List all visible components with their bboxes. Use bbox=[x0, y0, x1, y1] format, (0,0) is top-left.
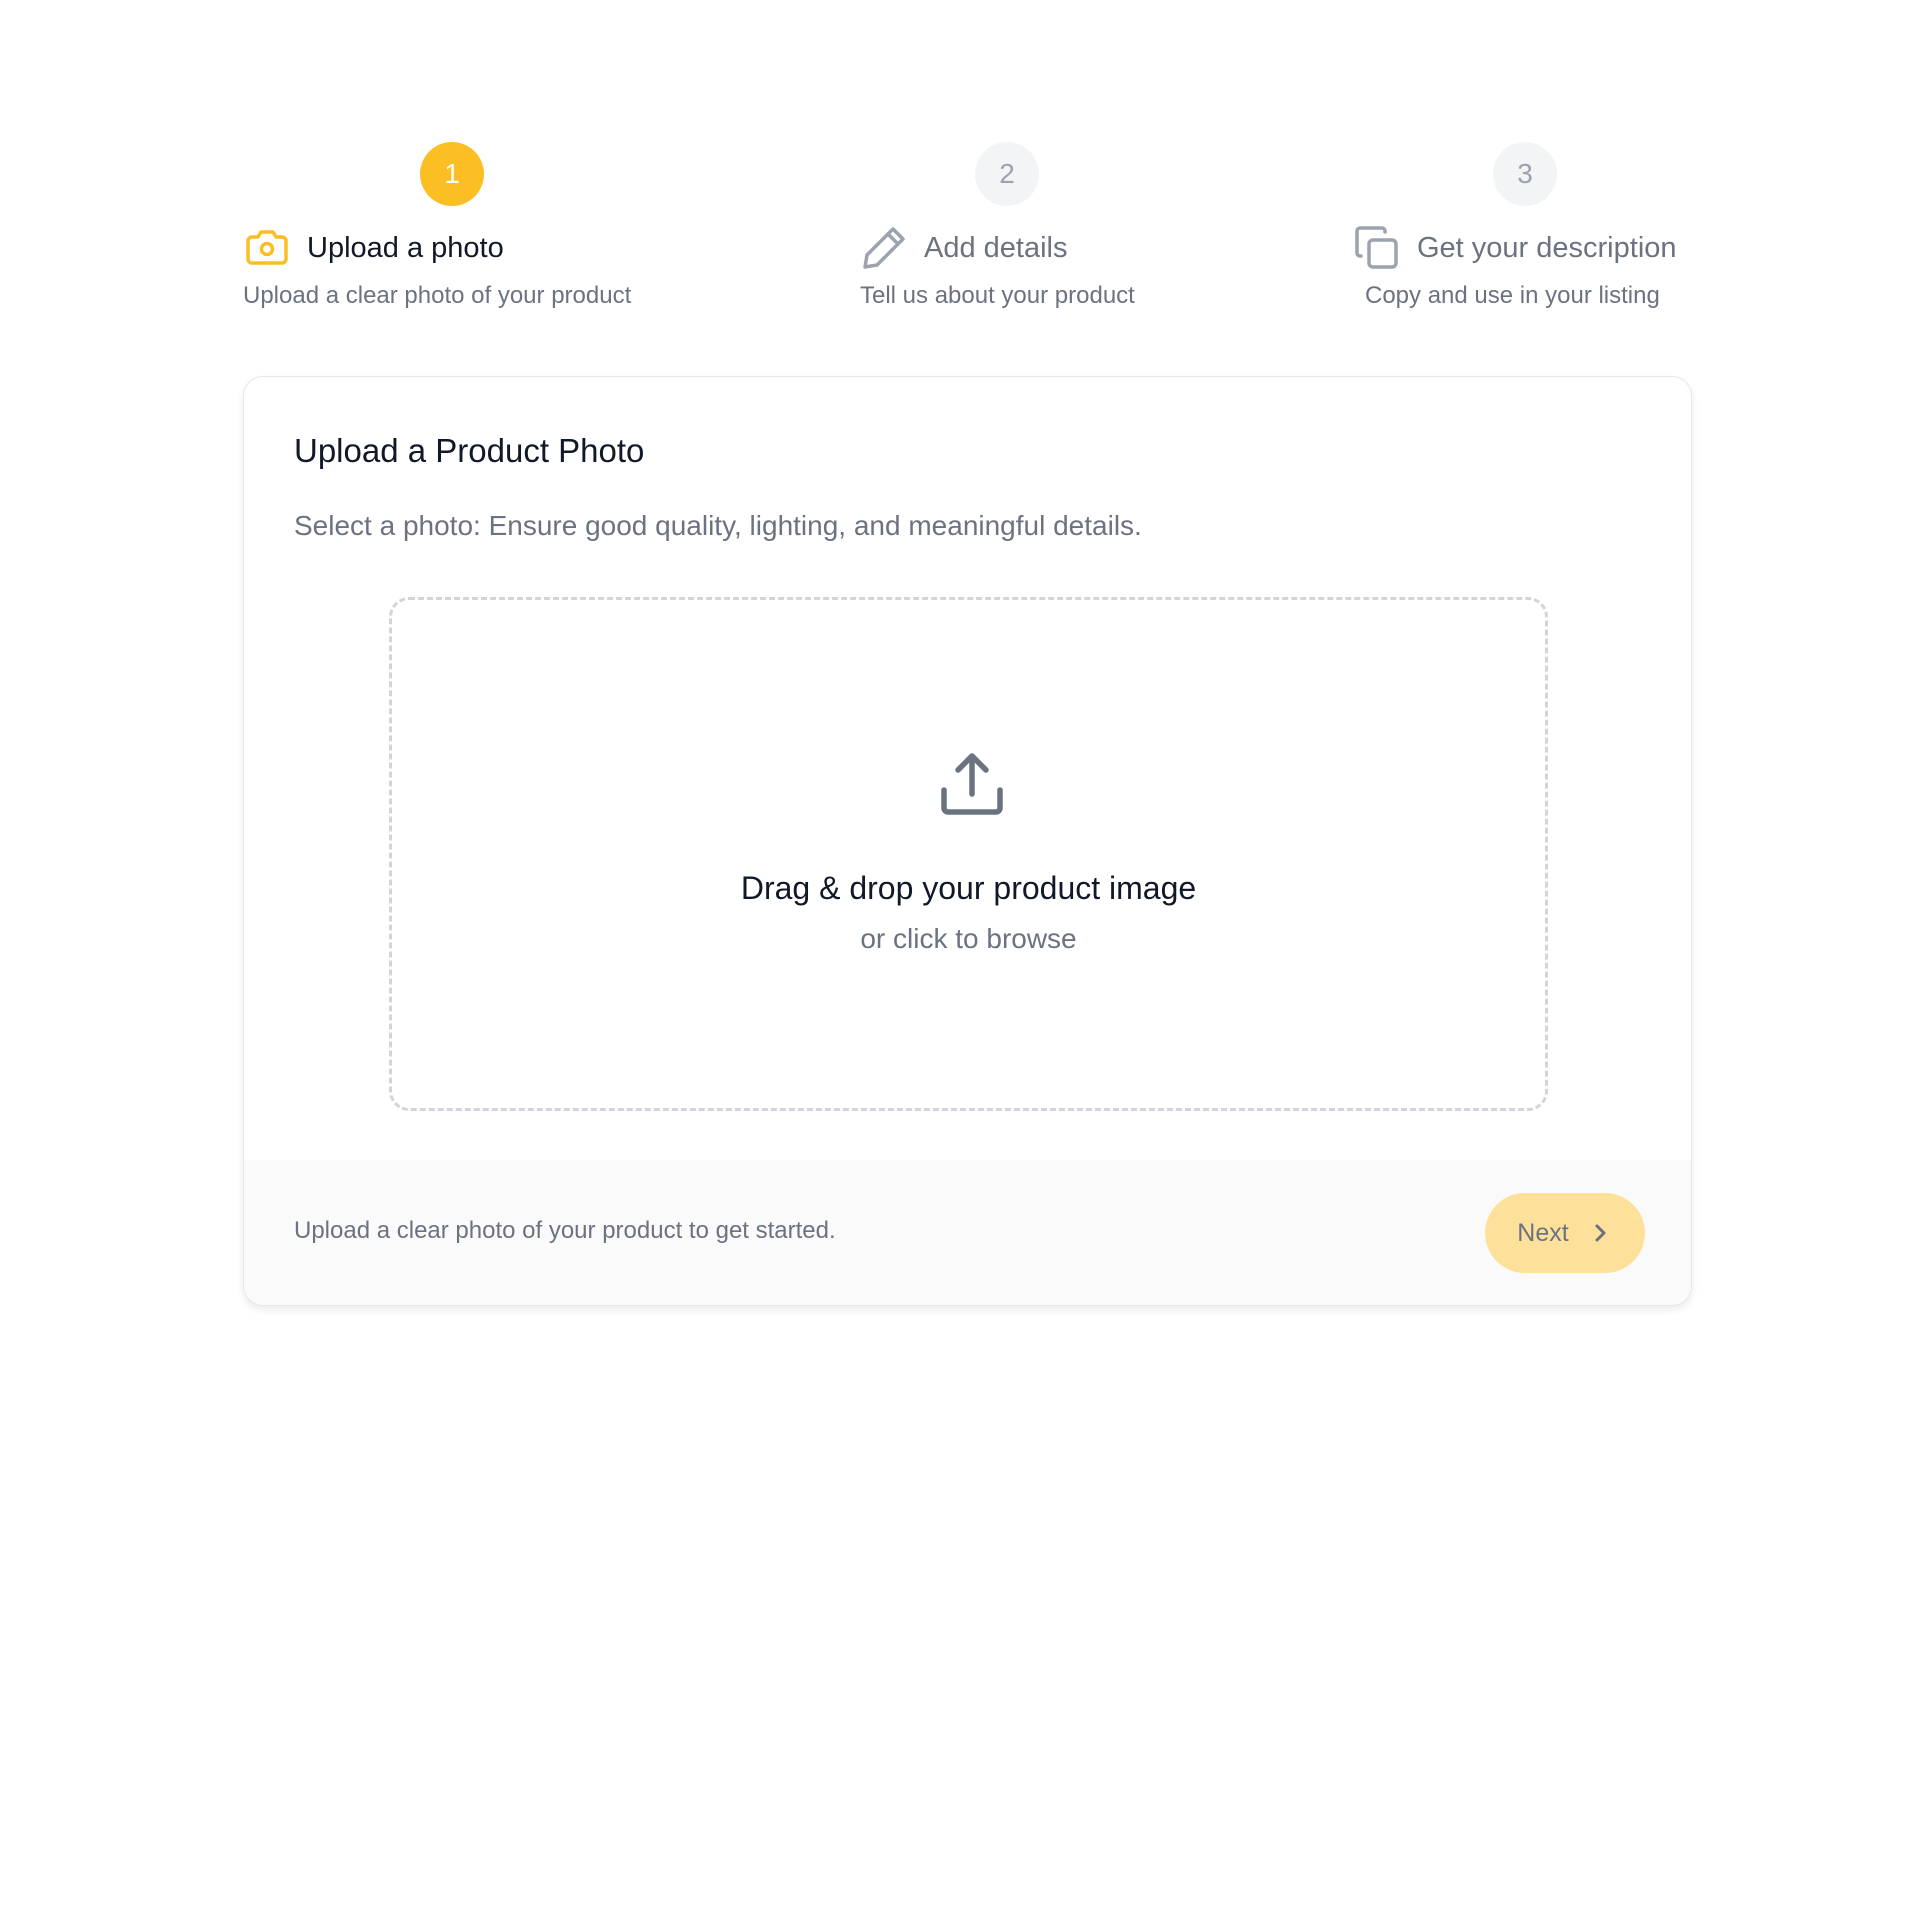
copy-icon bbox=[1353, 224, 1401, 272]
image-dropzone[interactable]: Drag & drop your product image or click … bbox=[389, 597, 1548, 1111]
card-subtitle: Select a photo: Ensure good quality, lig… bbox=[294, 510, 1142, 541]
dropzone-subtitle: or click to browse bbox=[860, 923, 1077, 954]
step-number-badge: 3 bbox=[1493, 142, 1557, 206]
upload-icon bbox=[936, 750, 1008, 822]
step-title-row: Add details bbox=[860, 224, 1068, 272]
card-title: Upload a Product Photo bbox=[294, 432, 645, 469]
chevron-right-icon bbox=[1587, 1220, 1613, 1246]
footer-hint: Upload a clear photo of your product to … bbox=[294, 1217, 836, 1244]
step-number-badge: 2 bbox=[975, 142, 1039, 206]
step-description: Tell us about your product bbox=[860, 282, 1135, 309]
step-title-row: Upload a photo bbox=[243, 224, 504, 272]
step-title-row: Get your description bbox=[1353, 224, 1677, 272]
step-number-badge: 1 bbox=[420, 142, 484, 206]
camera-icon bbox=[243, 224, 291, 272]
next-button-label: Next bbox=[1517, 1218, 1569, 1247]
step-description: Upload a clear photo of your product bbox=[243, 282, 632, 309]
step-title: Upload a photo bbox=[307, 232, 504, 264]
pencil-icon bbox=[860, 224, 908, 272]
upload-card: Upload a Product Photo Select a photo: E… bbox=[243, 376, 1692, 1306]
next-button[interactable]: Next bbox=[1485, 1193, 1645, 1273]
progress-stepper: 1 Upload a photo Upload a clear photo of… bbox=[243, 142, 1691, 312]
step-description: Copy and use in your listing bbox=[1365, 282, 1660, 309]
dropzone-title: Drag & drop your product image bbox=[740, 870, 1197, 906]
card-footer: Upload a clear photo of your product to … bbox=[244, 1160, 1691, 1305]
step-title: Add details bbox=[924, 232, 1068, 264]
step-title: Get your description bbox=[1417, 232, 1677, 264]
